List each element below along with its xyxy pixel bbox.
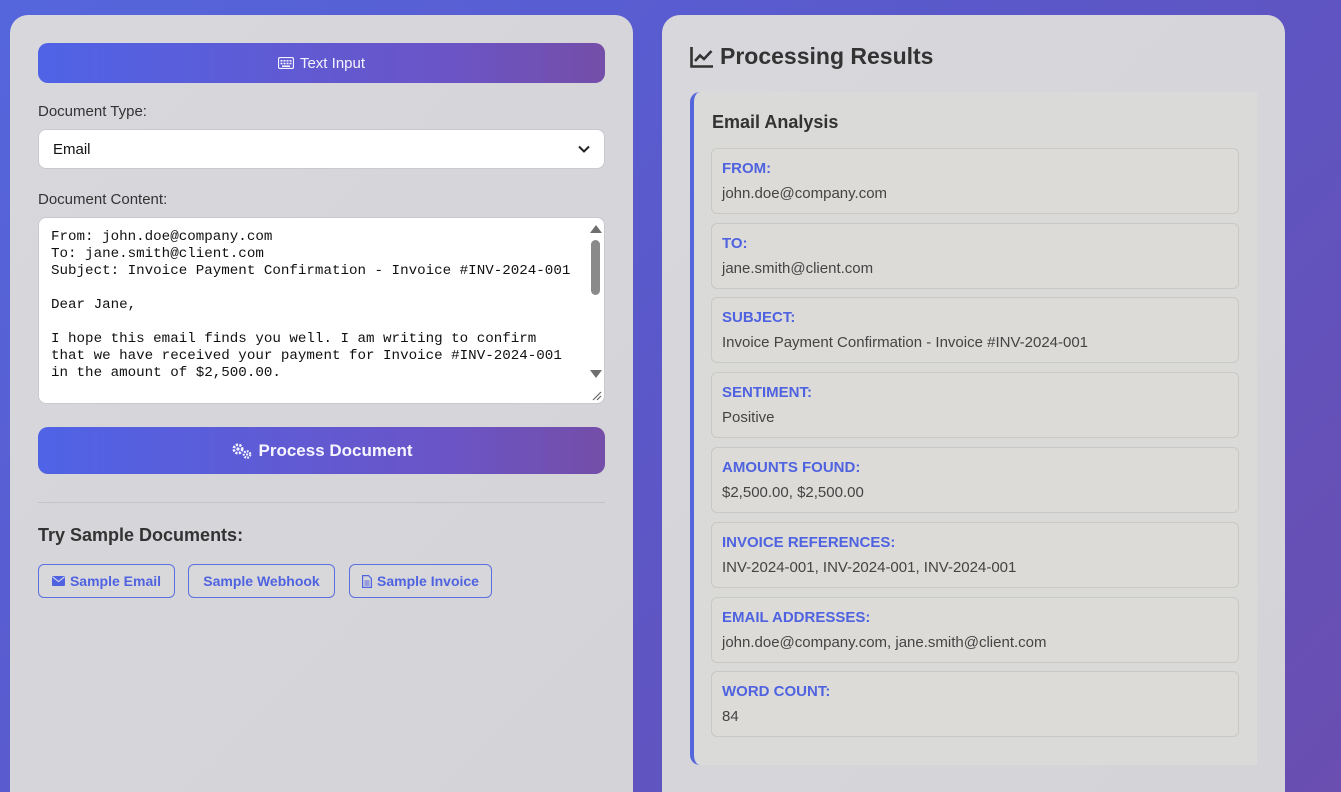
scroll-down-arrow-icon[interactable] bbox=[590, 370, 602, 378]
field-label: SUBJECT: bbox=[722, 309, 796, 326]
envelope-icon bbox=[51, 576, 65, 586]
sample-webhook-label: Sample Webhook bbox=[203, 573, 320, 589]
field-value: Invoice Payment Confirmation - Invoice #… bbox=[722, 334, 1089, 351]
results-title-text: Processing Results bbox=[720, 43, 934, 69]
sample-invoice-label: Sample Invoice bbox=[377, 573, 479, 589]
sample-invoice-button[interactable]: Sample Invoice bbox=[349, 564, 492, 598]
sample-email-button[interactable]: Sample Email bbox=[38, 564, 175, 598]
field-value: $2,500.00, $2,500.00 bbox=[722, 484, 864, 501]
results-title: Processing Results bbox=[690, 43, 933, 70]
result-field-from: FROM: john.doe@company.com bbox=[711, 148, 1239, 214]
textarea-scrollbar[interactable] bbox=[587, 218, 604, 388]
chevron-down-icon bbox=[578, 145, 590, 153]
sample-webhook-button[interactable]: Sample Webhook bbox=[188, 564, 335, 598]
resize-handle-icon[interactable] bbox=[590, 389, 602, 401]
field-label: TO: bbox=[722, 235, 748, 252]
process-document-button[interactable]: Process Document bbox=[38, 427, 605, 474]
keyboard-icon bbox=[277, 57, 294, 69]
document-type-select[interactable]: Email bbox=[38, 129, 605, 169]
result-field-invoice-references: INVOICE REFERENCES: INV-2024-001, INV-20… bbox=[711, 522, 1239, 588]
result-field-to: TO: jane.smith@client.com bbox=[711, 223, 1239, 289]
result-field-email-addresses: EMAIL ADDRESSES: john.doe@company.com, j… bbox=[711, 597, 1239, 663]
document-content-label: Document Content: bbox=[38, 191, 168, 208]
result-field-word-count: WORD COUNT: 84 bbox=[711, 671, 1239, 737]
email-analysis-card: Email Analysis FROM: john.doe@company.co… bbox=[690, 92, 1257, 765]
result-field-subject: SUBJECT: Invoice Payment Confirmation - … bbox=[711, 297, 1239, 363]
text-input-button[interactable]: Text Input bbox=[38, 43, 605, 83]
scroll-thumb[interactable] bbox=[591, 240, 600, 295]
document-content-textarea[interactable]: From: john.doe@company.com To: jane.smit… bbox=[38, 217, 605, 404]
document-type-value: Email bbox=[53, 140, 91, 158]
process-document-label: Process Document bbox=[258, 440, 413, 460]
field-value: 84 bbox=[722, 708, 739, 725]
input-panel: Text Input Document Type: Email Document… bbox=[10, 15, 633, 792]
field-label: FROM: bbox=[722, 160, 772, 177]
file-invoice-icon bbox=[362, 574, 373, 588]
field-label: WORD COUNT: bbox=[722, 683, 831, 700]
field-value: john.doe@company.com, jane.smith@client.… bbox=[722, 634, 1047, 651]
result-field-amounts: AMOUNTS FOUND: $2,500.00, $2,500.00 bbox=[711, 447, 1239, 513]
sample-documents-title: Try Sample Documents: bbox=[38, 525, 244, 545]
chart-line-icon bbox=[690, 46, 713, 68]
document-type-label: Document Type: bbox=[38, 103, 147, 120]
field-label: EMAIL ADDRESSES: bbox=[722, 609, 871, 626]
email-analysis-title: Email Analysis bbox=[712, 112, 839, 132]
field-label: AMOUNTS FOUND: bbox=[722, 459, 861, 476]
result-field-sentiment: SENTIMENT: Positive bbox=[711, 372, 1239, 438]
field-value: Positive bbox=[722, 409, 775, 426]
field-value: INV-2024-001, INV-2024-001, INV-2024-001 bbox=[722, 559, 1017, 576]
field-value: jane.smith@client.com bbox=[722, 260, 874, 277]
text-input-label: Text Input bbox=[299, 54, 366, 72]
field-label: INVOICE REFERENCES: bbox=[722, 534, 896, 551]
scroll-up-arrow-icon[interactable] bbox=[590, 225, 602, 233]
divider bbox=[38, 502, 605, 503]
document-content-text: From: john.doe@company.com To: jane.smit… bbox=[51, 229, 571, 381]
sample-email-label: Sample Email bbox=[69, 573, 162, 589]
field-value: john.doe@company.com bbox=[722, 185, 888, 202]
results-panel: Processing Results Email Analysis FROM: … bbox=[662, 15, 1285, 792]
cogs-icon bbox=[232, 443, 251, 459]
field-label: SENTIMENT: bbox=[722, 384, 812, 401]
